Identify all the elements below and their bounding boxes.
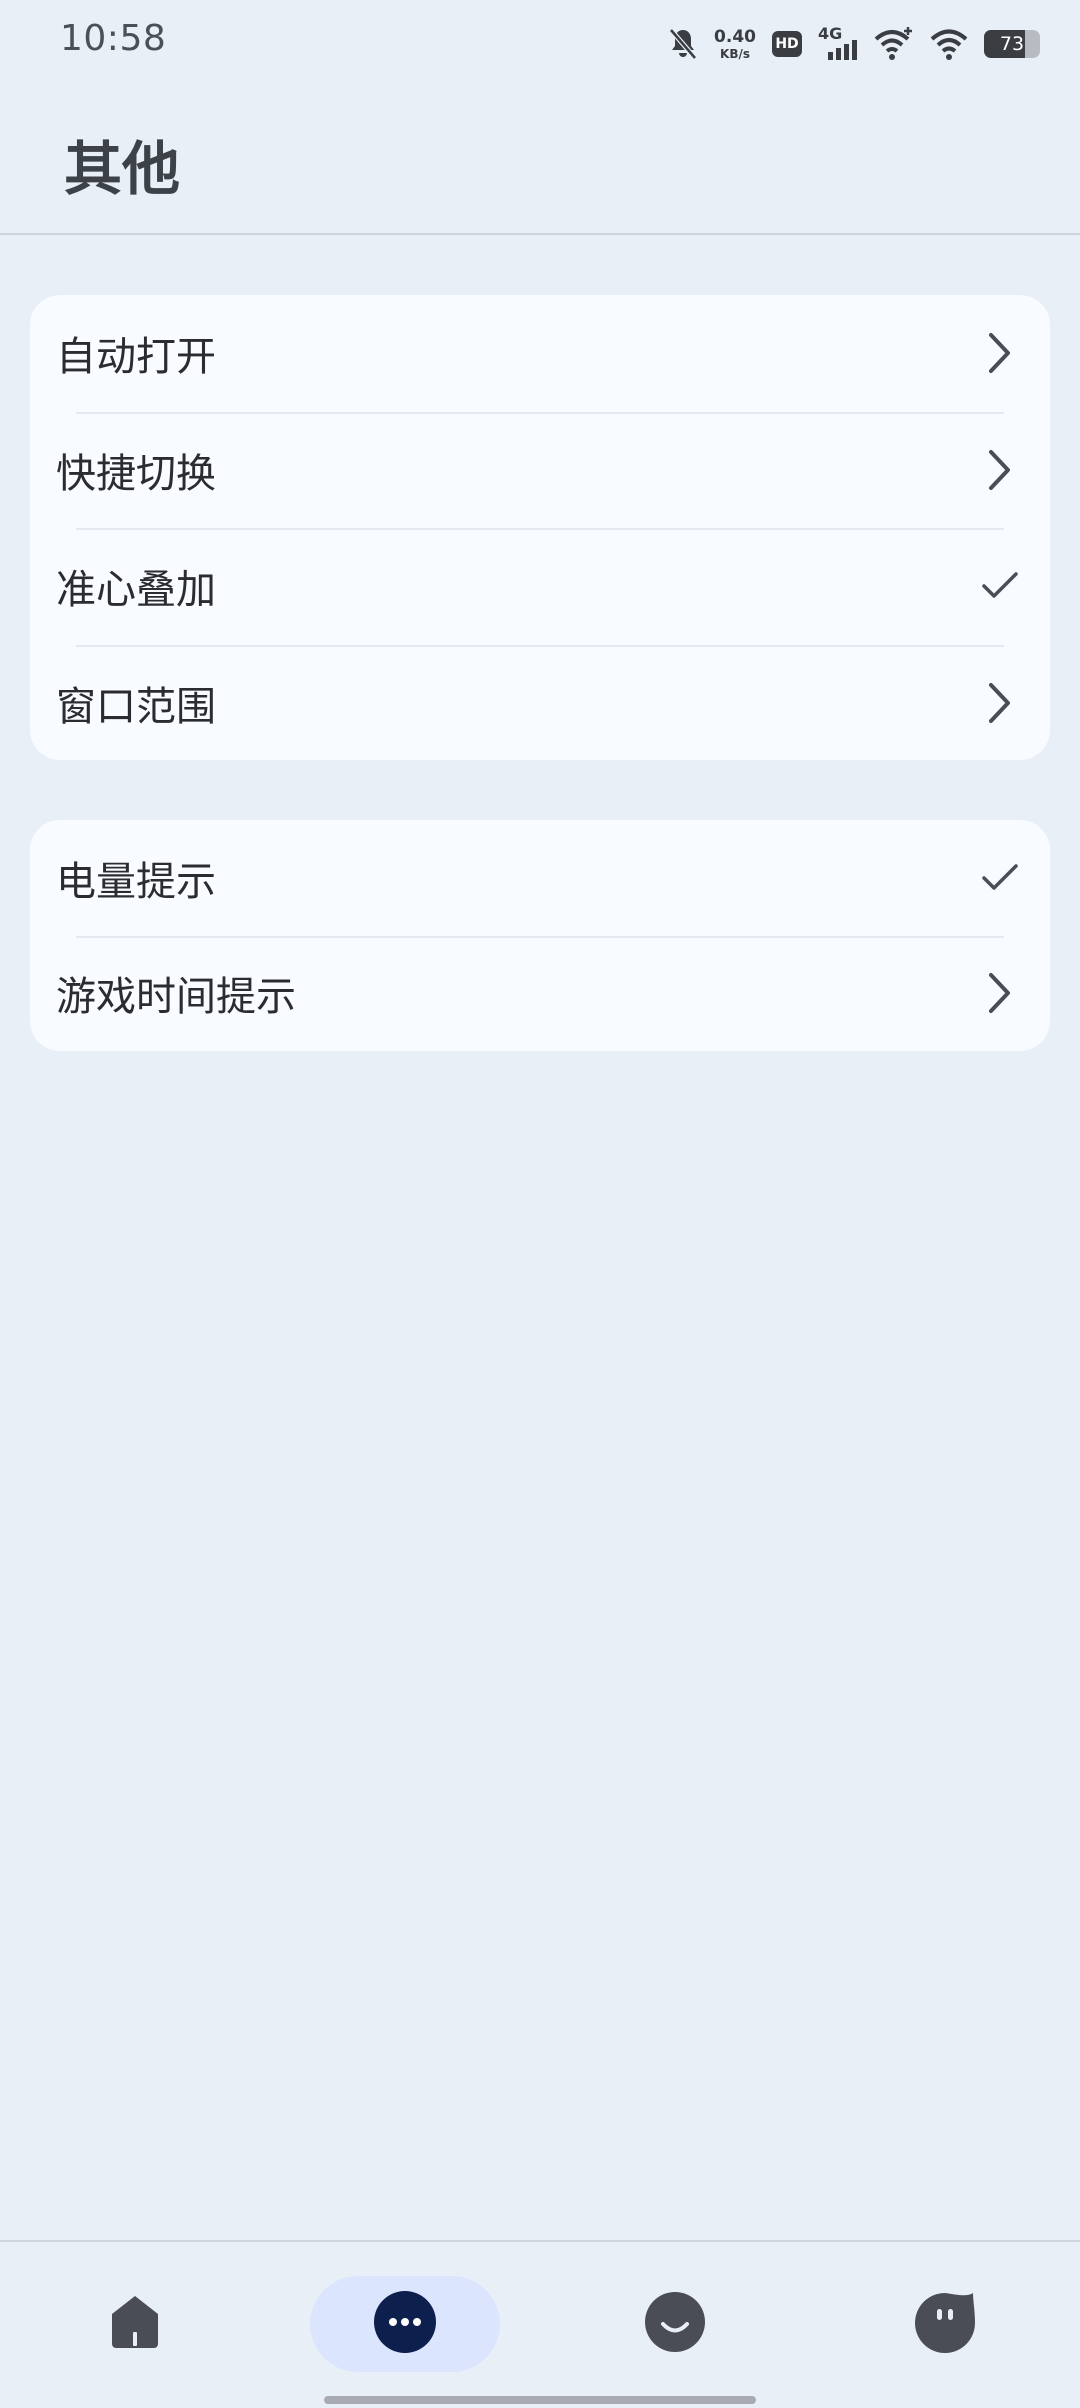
- cellular-signal-icon: 4G: [818, 24, 858, 62]
- home-icon: [106, 2294, 164, 2354]
- app-root: 10:58 0.40 KB/s HD 4G 73 其他 自动打开 快捷切换 准心…: [0, 0, 1080, 2408]
- nav-chat[interactable]: [850, 2276, 1040, 2372]
- settings-group-2: 电量提示 游戏时间提示: [30, 820, 1050, 1051]
- net-speed: 0.40 KB/s: [714, 26, 756, 61]
- net-speed-unit: KB/s: [720, 46, 751, 61]
- row-game-time-reminder[interactable]: 游戏时间提示: [30, 935, 1050, 1052]
- check-icon: [980, 564, 1020, 608]
- nav-smile[interactable]: [580, 2276, 770, 2372]
- row-label: 窗口范围: [56, 683, 216, 730]
- status-icons: 0.40 KB/s HD 4G 73: [668, 22, 1040, 66]
- row-crosshair-overlay[interactable]: 准心叠加: [30, 528, 1050, 645]
- home-indicator[interactable]: [324, 2396, 756, 2404]
- row-auto-open[interactable]: 自动打开: [30, 295, 1050, 412]
- settings-group-1: 自动打开 快捷切换 准心叠加 窗口范围: [30, 295, 1050, 760]
- status-time: 10:58: [60, 18, 167, 59]
- row-window-range[interactable]: 窗口范围: [30, 644, 1050, 761]
- wifi-icon: [930, 27, 968, 61]
- status-bar: 10:58 0.40 KB/s HD 4G 73: [0, 0, 1080, 84]
- bottom-nav: [0, 2240, 1080, 2408]
- row-label: 电量提示: [56, 858, 216, 905]
- header-divider: [0, 233, 1080, 235]
- more-icon: [373, 2290, 437, 2358]
- row-label: 自动打开: [56, 334, 216, 381]
- nav-more[interactable]: [310, 2276, 500, 2372]
- check-icon: [980, 856, 1020, 900]
- bell-off-icon: [668, 27, 698, 61]
- chevron-right-icon: [980, 331, 1020, 375]
- smile-icon: [644, 2291, 706, 2357]
- chat-face-icon: [913, 2291, 977, 2357]
- row-label: 快捷切换: [56, 450, 216, 497]
- row-label: 游戏时间提示: [56, 974, 296, 1021]
- row-battery-reminder[interactable]: 电量提示: [30, 820, 1050, 936]
- net-speed-value: 0.40: [714, 26, 756, 47]
- wifi-plus-icon: [874, 27, 914, 61]
- chevron-right-icon: [980, 971, 1020, 1015]
- chevron-right-icon: [980, 448, 1020, 492]
- row-label: 准心叠加: [56, 567, 216, 614]
- nav-home[interactable]: [40, 2276, 230, 2372]
- battery-level: 73: [999, 33, 1025, 55]
- chevron-right-icon: [980, 681, 1020, 725]
- battery-icon: 73: [984, 30, 1040, 58]
- hd-icon: HD: [772, 31, 802, 57]
- row-quick-switch[interactable]: 快捷切换: [30, 411, 1050, 529]
- page-title: 其他: [64, 135, 181, 203]
